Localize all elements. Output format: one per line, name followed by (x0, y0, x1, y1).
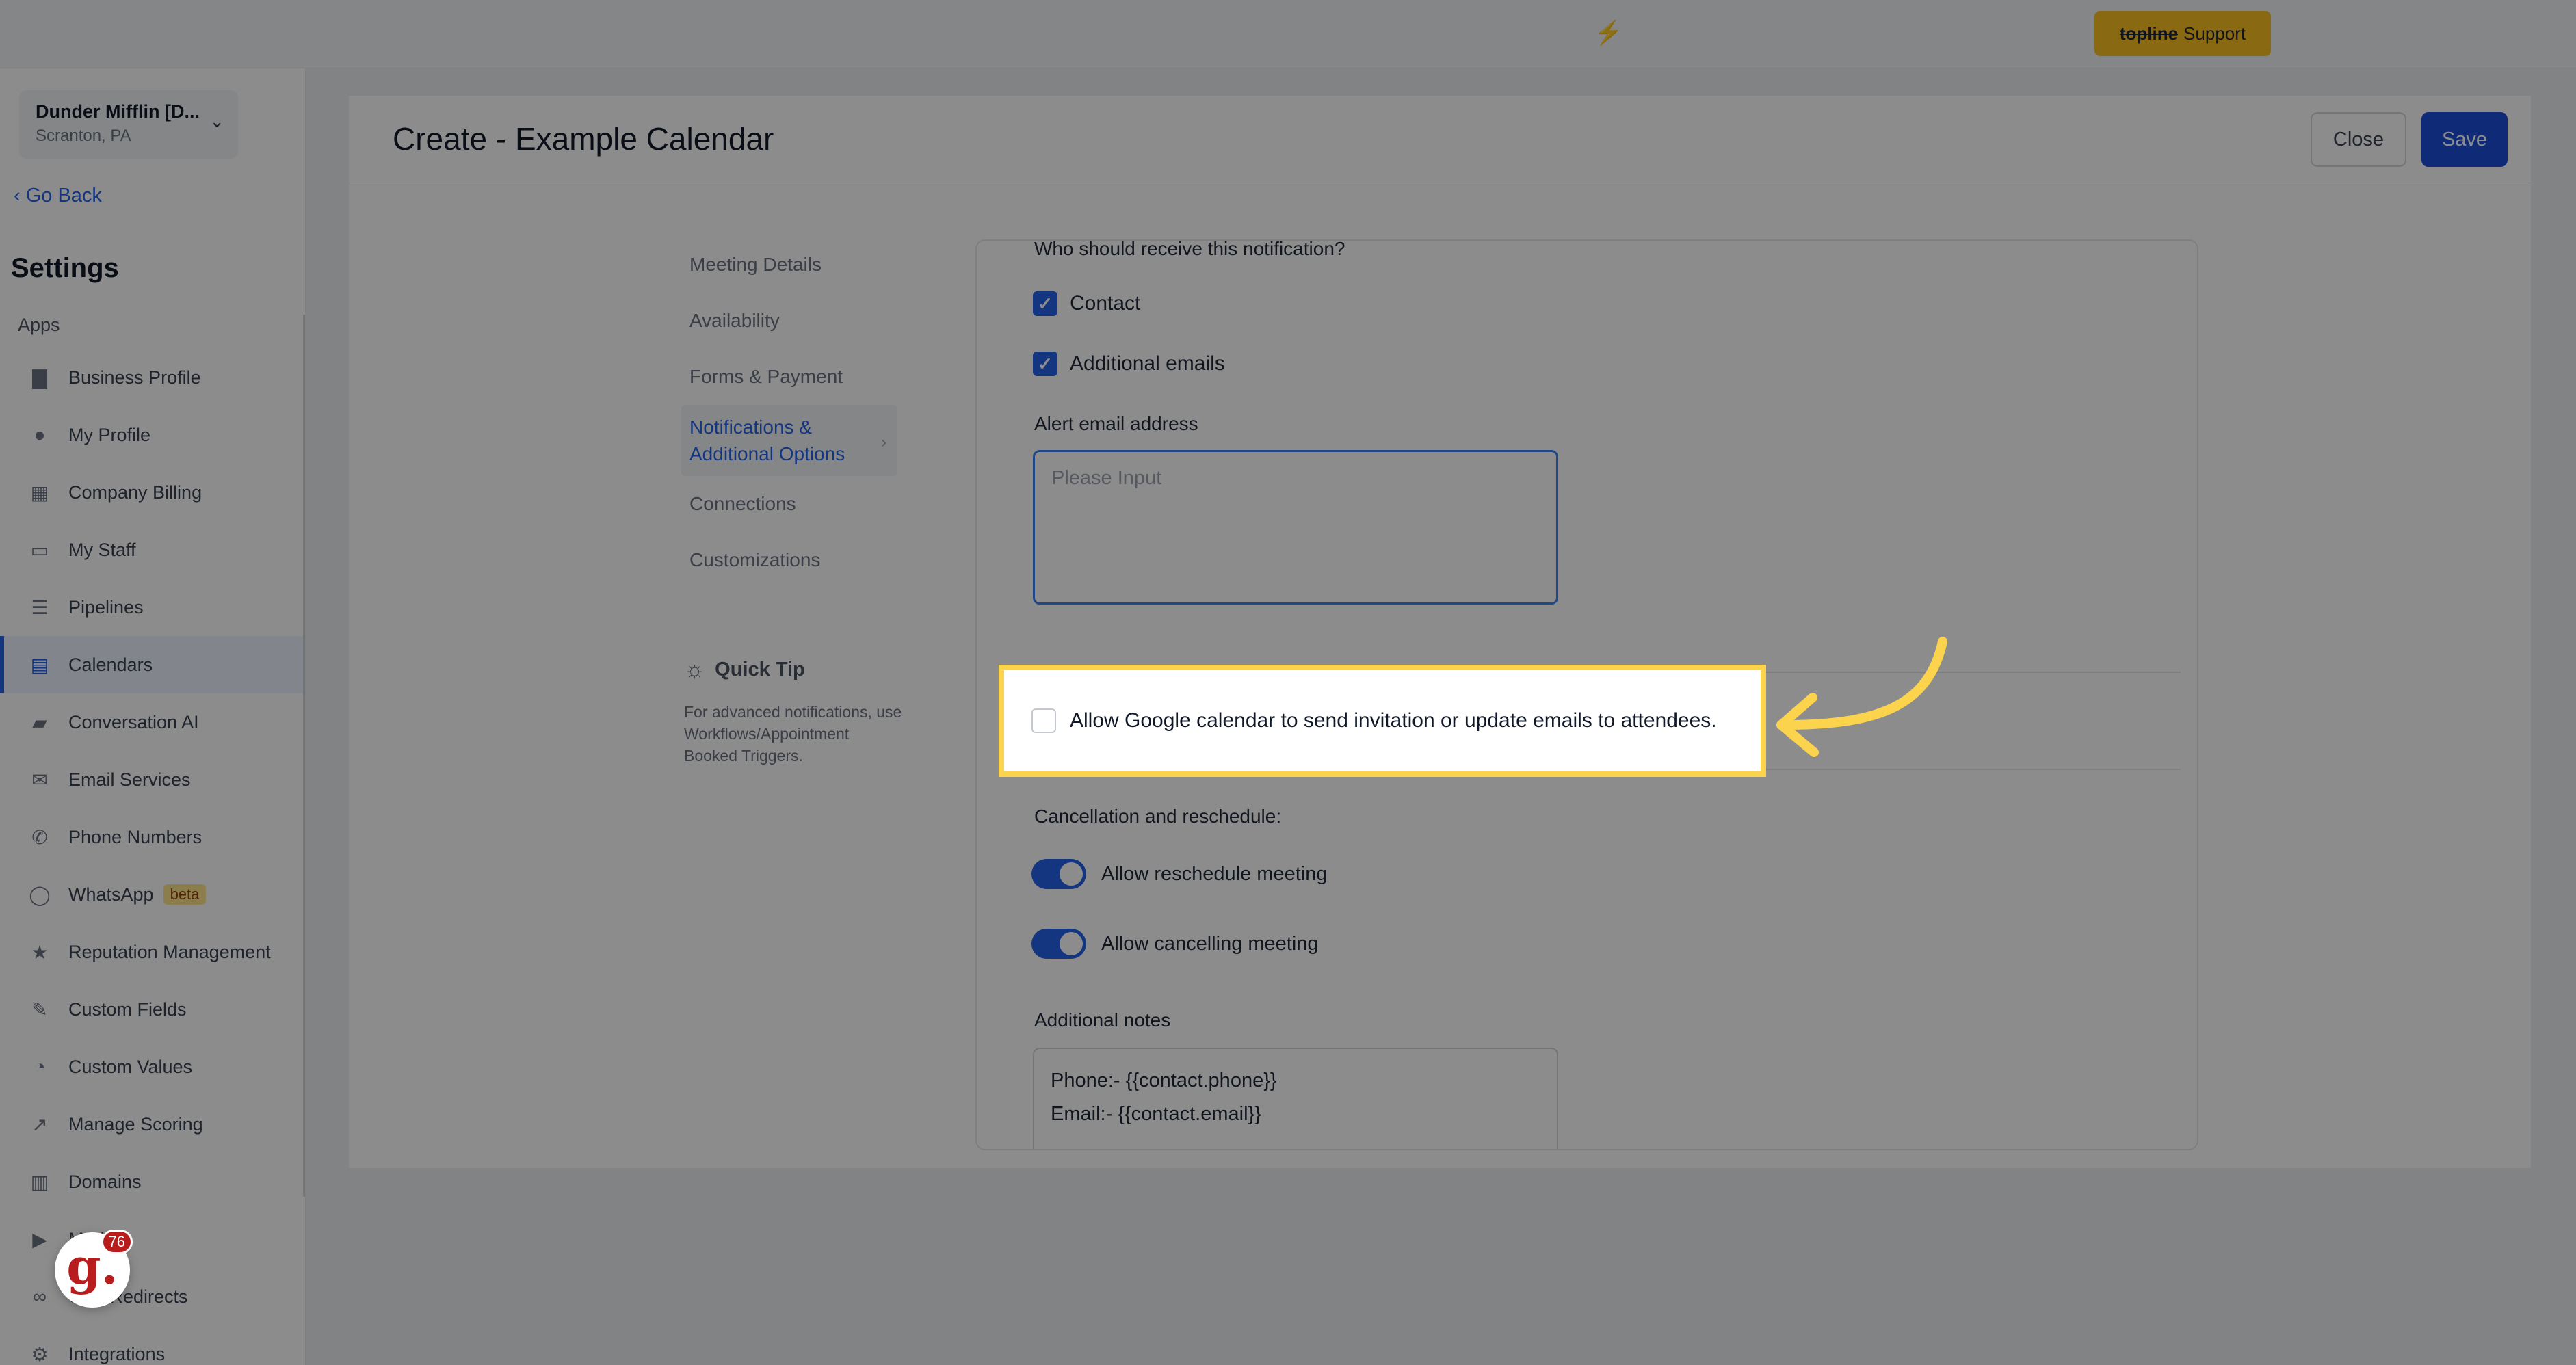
callout-arrow-icon (1776, 637, 1947, 757)
google-calendar-label: Allow Google calendar to send invitation… (1070, 709, 1717, 732)
notification-count-badge: 76 (101, 1230, 133, 1254)
help-widget-button[interactable]: g. 76 (55, 1230, 133, 1308)
google-calendar-option-highlight[interactable]: Allow Google calendar to send invitation… (999, 665, 1766, 777)
google-calendar-checkbox[interactable] (1031, 708, 1056, 733)
